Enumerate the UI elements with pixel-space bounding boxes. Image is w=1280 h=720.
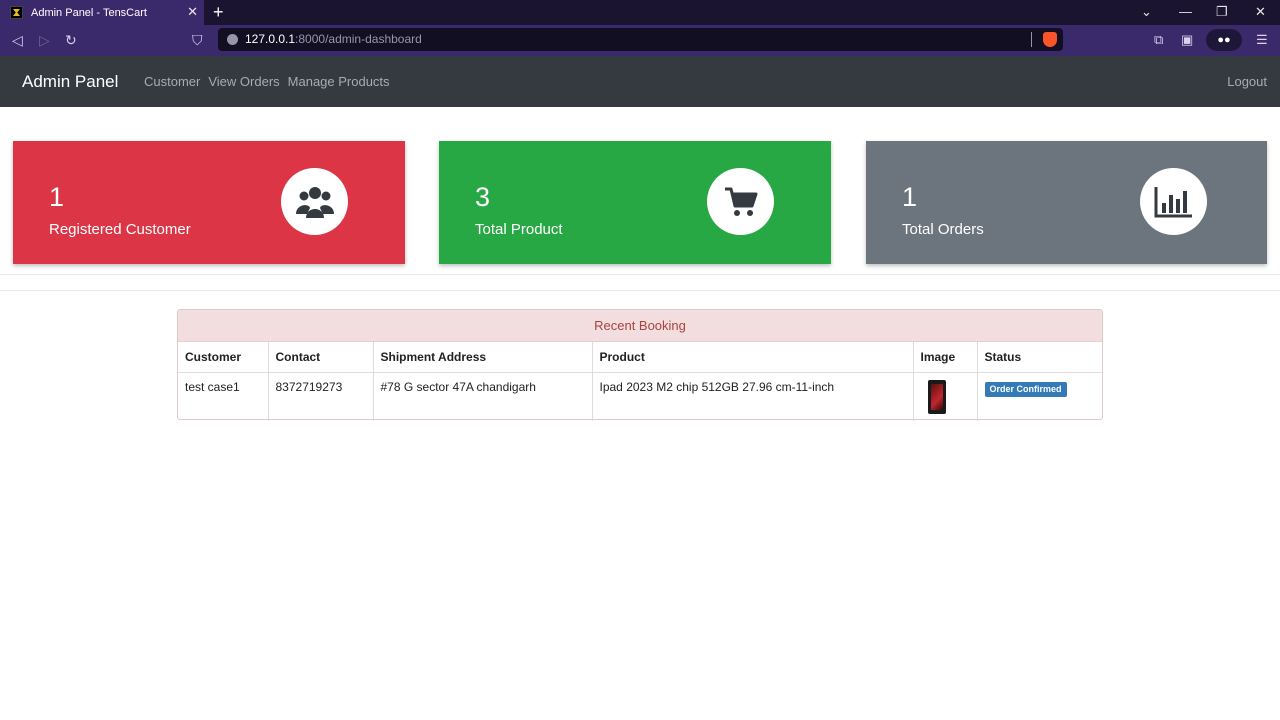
col-header-product: Product xyxy=(592,342,914,373)
tab-close-icon[interactable]: ✕ xyxy=(187,4,198,20)
url-separator xyxy=(1031,32,1032,47)
brand-link[interactable]: Admin Panel xyxy=(22,71,118,92)
browser-tab-bar: Admin Panel - TensCart ✕ + ⌄ — ❐ ✕ xyxy=(0,0,1280,25)
product-label: Total Product xyxy=(475,221,563,238)
orders-count: 1 xyxy=(902,182,918,212)
back-icon[interactable]: ◁ xyxy=(12,31,23,49)
nav-link-customer[interactable]: Customer xyxy=(144,73,200,90)
browser-tab[interactable]: Admin Panel - TensCart ✕ xyxy=(0,0,204,25)
card-total-product: 3 Total Product xyxy=(439,141,831,264)
minimize-icon[interactable]: — xyxy=(1179,3,1192,21)
url-host: 127.0.0.1 xyxy=(245,32,296,46)
brave-shields-icon[interactable] xyxy=(1043,32,1057,47)
col-header-customer: Customer xyxy=(178,342,269,373)
reload-icon[interactable]: ↻ xyxy=(65,31,77,49)
extensions-icon[interactable]: ⧉ xyxy=(1154,31,1163,49)
card-registered-customer: 1 Registered Customer xyxy=(13,141,405,264)
cart-icon xyxy=(707,168,774,235)
customer-count: 1 xyxy=(49,182,65,212)
table-row: test case1 8372719273 #78 G sector 47A c… xyxy=(178,372,1102,421)
tab-search-chevron-icon[interactable]: ⌄ xyxy=(1141,3,1152,21)
col-header-status: Status xyxy=(977,342,1102,373)
url-text[interactable]: 127.0.0.1:8000/admin-dashboard xyxy=(245,32,422,47)
col-header-address: Shipment Address xyxy=(373,342,593,373)
col-header-contact: Contact xyxy=(268,342,374,373)
bookmark-icon[interactable]: ⛉ xyxy=(192,31,203,49)
cell-customer: test case1 xyxy=(178,372,269,421)
browser-toolbar: ◁ ▷ ↻ ⛉ 127.0.0.1:8000/admin-dashboard ⧉… xyxy=(0,25,1280,56)
logout-link[interactable]: Logout xyxy=(1227,73,1267,90)
url-path: :8000/admin-dashboard xyxy=(295,32,422,46)
cell-address: #78 G sector 47A chandigarh xyxy=(373,372,593,421)
forward-icon[interactable]: ▷ xyxy=(39,31,50,49)
address-bar[interactable]: 127.0.0.1:8000/admin-dashboard xyxy=(218,28,1063,51)
customer-label: Registered Customer xyxy=(49,221,191,238)
col-header-image: Image xyxy=(913,342,978,373)
private-glasses-icon[interactable]: ●● xyxy=(1206,29,1242,51)
panel-heading: Recent Booking xyxy=(178,310,1102,342)
card-total-orders: 1 Total Orders xyxy=(866,141,1267,264)
site-info-icon[interactable] xyxy=(227,34,238,45)
nav-links: Customer View Orders Manage Products xyxy=(144,73,390,90)
users-icon xyxy=(281,168,348,235)
tab-title: Admin Panel - TensCart xyxy=(31,6,147,19)
product-thumbnail xyxy=(927,379,946,414)
bar-chart-icon xyxy=(1140,168,1207,235)
cell-status: Order Confirmed xyxy=(977,372,1102,421)
sidebar-icon[interactable]: ▣ xyxy=(1181,31,1193,49)
menu-icon[interactable]: ☰ xyxy=(1256,31,1268,49)
nav-link-view-orders[interactable]: View Orders xyxy=(208,73,279,90)
bookings-table: Customer Contact Shipment Address Produc… xyxy=(178,342,1102,421)
new-tab-icon[interactable]: + xyxy=(213,2,224,22)
recent-booking-panel: Recent Booking Customer Contact Shipment… xyxy=(177,309,1103,421)
cell-product: Ipad 2023 M2 chip 512GB 27.96 cm-11-inch xyxy=(592,372,914,421)
admin-navbar: Admin Panel Customer View Orders Manage … xyxy=(0,56,1280,107)
cell-image xyxy=(913,372,978,421)
window-close-icon[interactable]: ✕ xyxy=(1255,3,1266,21)
section-divider xyxy=(0,274,1280,291)
tenscart-favicon-icon xyxy=(10,6,23,19)
table-header-row: Customer Contact Shipment Address Produc… xyxy=(178,342,1102,373)
status-badge: Order Confirmed xyxy=(984,381,1067,397)
orders-label: Total Orders xyxy=(902,221,984,238)
maximize-icon[interactable]: ❐ xyxy=(1216,3,1228,21)
cell-contact: 8372719273 xyxy=(268,372,374,421)
product-count: 3 xyxy=(475,182,491,212)
nav-link-manage-products[interactable]: Manage Products xyxy=(288,73,390,90)
